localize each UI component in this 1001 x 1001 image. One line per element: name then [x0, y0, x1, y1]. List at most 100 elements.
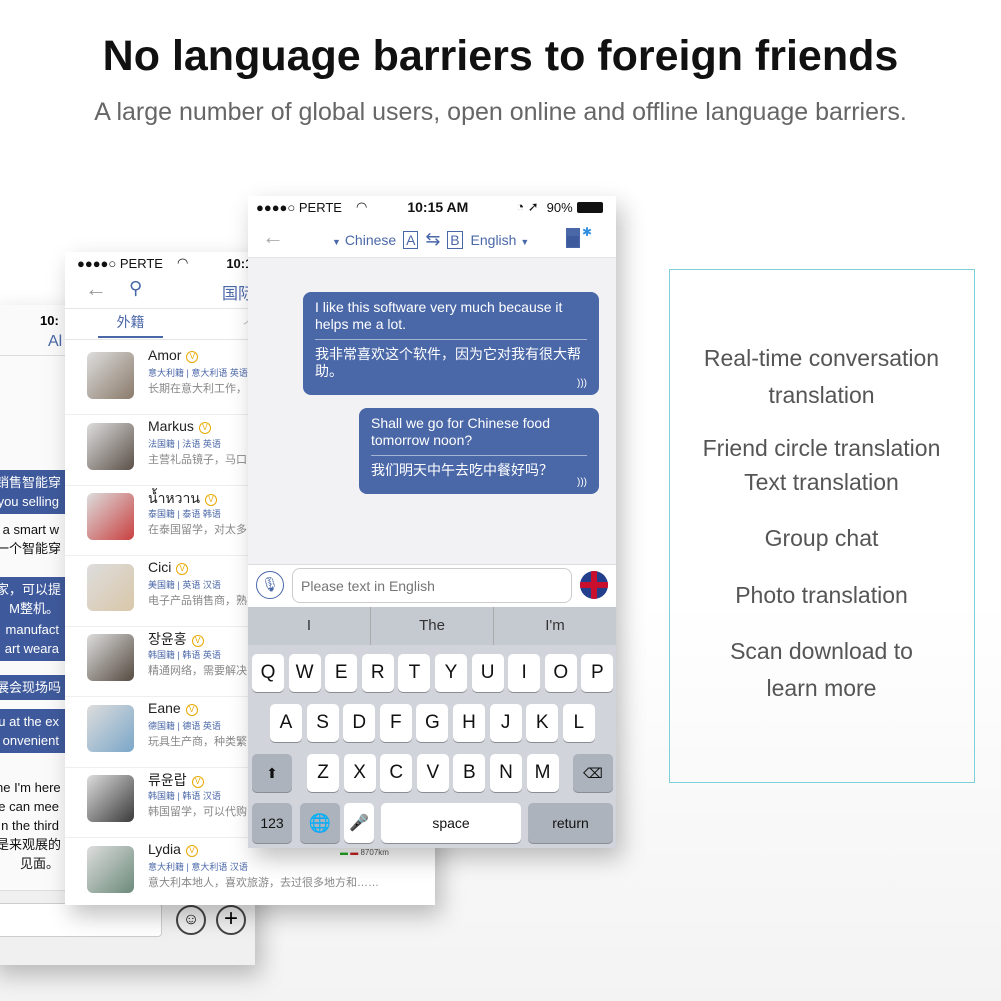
plus-icon[interactable]: + [216, 905, 246, 935]
contact-description: 玩具生产商，种类繁 [148, 735, 247, 748]
carrier: ●●●●○ PERTE [77, 255, 163, 271]
source-language[interactable]: Chinese [345, 232, 396, 248]
avatar [87, 422, 134, 470]
status-time: 10: [40, 313, 59, 328]
language-selector[interactable]: ▼ Chinese A ⇆ B English ▼ [332, 229, 529, 250]
key[interactable]: S [306, 704, 339, 742]
key[interactable]: V [416, 754, 449, 792]
key[interactable]: H [453, 704, 485, 742]
key[interactable]: U [471, 654, 504, 692]
feature-item: Group chat [764, 525, 879, 551]
chat-input[interactable] [0, 903, 162, 937]
key[interactable]: K [526, 704, 559, 742]
key[interactable]: W [288, 654, 321, 692]
chat-bubble-text: 一个智能穿 [0, 541, 62, 556]
message-input[interactable] [292, 568, 572, 603]
key[interactable]: I [508, 654, 541, 692]
source-badge: A [403, 231, 419, 249]
back-arrow-icon[interactable]: ← [85, 276, 107, 302]
contact-nationality: 美国籍 | 英语 汉语 [148, 579, 221, 590]
chat-bubble-text: 展会现场吗 [0, 675, 65, 700]
numbers-key[interactable]: 123 [252, 803, 292, 843]
nav-title: Al [48, 333, 63, 350]
key[interactable]: N [490, 754, 522, 792]
avatar [87, 634, 134, 681]
chat-bubble-text: 见面。 [19, 856, 59, 871]
shift-key[interactable]: ⬆ [252, 754, 292, 792]
page-subtitle: A large number of global users, open onl… [94, 98, 907, 126]
search-icon[interactable]: ⚲ [129, 278, 142, 299]
contact-nationality: 德国籍 | 德语 英语 [148, 720, 221, 731]
dictation-microphone-icon[interactable]: 🎤 [344, 803, 374, 843]
feature-item: Scan download to learn more [730, 638, 913, 701]
key[interactable]: F [379, 704, 412, 742]
return-key[interactable]: return [528, 803, 613, 843]
translator-phone-screen: ●●●●○ PERTE ◠ 10:15 AM ◔ ➚ 90% ← ▼ Chine… [248, 196, 616, 848]
key[interactable]: A [270, 704, 302, 742]
key[interactable]: O [544, 654, 577, 692]
backspace-key[interactable]: ⌫ [573, 754, 613, 792]
location-icon: ◔ ➚ [516, 199, 539, 214]
target-badge: B [447, 231, 463, 249]
wifi-icon: ◠ [176, 255, 189, 270]
feature-item: Friend circle translation [702, 435, 941, 461]
suggestion[interactable]: The [371, 607, 494, 645]
key[interactable]: T [398, 654, 431, 692]
feature-item: Text translation [744, 469, 899, 495]
contact-name: Cici V [148, 559, 189, 575]
carrier: ●●●●○ PERTE [256, 199, 342, 215]
key[interactable]: C [380, 754, 413, 792]
verified-icon: V [191, 635, 204, 647]
tab-foreign[interactable]: 外籍 [98, 312, 163, 338]
suggestion[interactable]: I [248, 607, 371, 645]
suggestion[interactable]: I'm [494, 607, 616, 645]
contact-nationality: 法国籍 | 法语 英语 [148, 438, 221, 449]
contact-description: 电子产品销售商，熟 [148, 594, 247, 607]
globe-icon[interactable]: 🌐 [300, 803, 340, 843]
emoji-icon[interactable]: ☺ [176, 905, 206, 935]
key[interactable]: L [562, 704, 595, 742]
key[interactable]: D [343, 704, 376, 742]
uk-flag-icon[interactable] [580, 571, 608, 599]
space-key[interactable]: space [381, 803, 521, 843]
key[interactable]: Q [252, 654, 284, 692]
avatar [87, 775, 134, 822]
speaker-icon: ))) [577, 477, 587, 488]
key[interactable]: B [453, 754, 486, 792]
contact-name: 류윤랍 V [148, 770, 204, 790]
key[interactable]: P [581, 654, 614, 692]
verified-icon: V [186, 351, 199, 363]
contact-nationality: 意大利籍 | 意大利语 汉语 [148, 861, 248, 872]
key[interactable]: G [416, 704, 449, 742]
contact-name: Amor V [148, 347, 199, 363]
chat-bubble-text: onvenient [0, 728, 65, 753]
key[interactable]: X [343, 754, 376, 792]
contact-description: 长期在意大利工作， [148, 383, 247, 395]
avatar [87, 352, 134, 399]
key[interactable]: J [489, 704, 522, 742]
contact-description: 精通网络，需要解决 [148, 665, 247, 677]
verified-icon: V [204, 494, 217, 506]
contact-nationality: 意大利籍 | 意大利语 英语 [148, 368, 248, 378]
target-language[interactable]: English [471, 232, 517, 248]
battery-icon [576, 201, 603, 213]
key[interactable]: Y [435, 654, 467, 692]
avatar [87, 704, 134, 752]
key[interactable]: R [361, 654, 394, 692]
contact-name: Markus V [148, 418, 211, 434]
bluetooth-icon: ✱ [582, 225, 593, 239]
contact-nationality: 泰国籍 | 泰语 韩语 [148, 509, 221, 519]
swap-icon[interactable]: ⇆ [425, 229, 440, 249]
key[interactable]: M [526, 754, 559, 792]
bluetooth-device-icon[interactable] [566, 228, 580, 248]
microphone-icon[interactable]: 🎙 [256, 571, 284, 599]
feature-item: Real-time conversation translation [703, 345, 940, 408]
verified-icon: V [176, 562, 189, 575]
back-arrow-icon[interactable]: ← [262, 224, 284, 250]
verified-icon: V [191, 776, 204, 788]
page-title: No language barriers to foreign friends [102, 32, 899, 80]
key[interactable]: Z [307, 754, 339, 792]
verified-icon: V [198, 421, 211, 434]
contact-name: Eane V [148, 700, 198, 716]
key[interactable]: E [325, 654, 358, 692]
